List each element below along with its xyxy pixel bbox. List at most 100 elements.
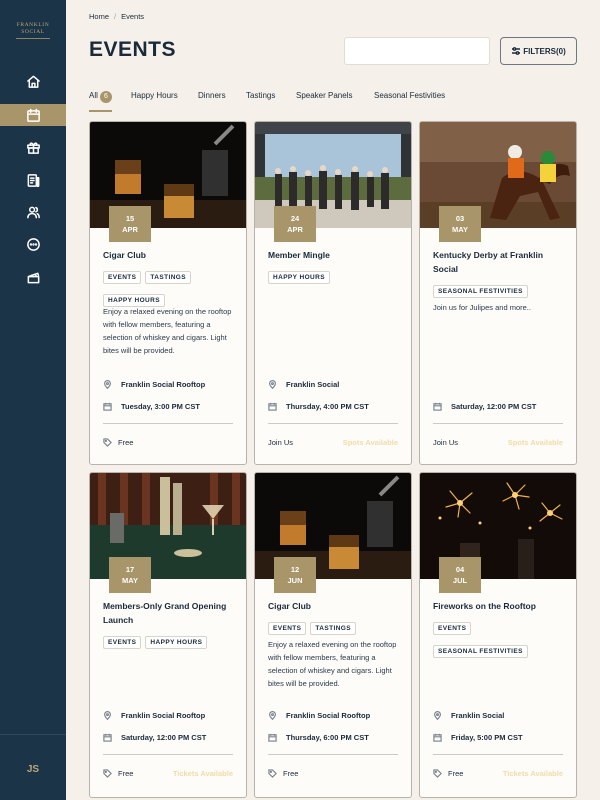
event-location: Franklin Social Rooftop	[268, 711, 403, 720]
calendar-icon	[103, 402, 112, 411]
event-tags: EVENTS SEASONAL FESTIVITIES	[433, 617, 573, 663]
chat-icon	[26, 237, 40, 251]
breadcrumb-current: Events	[121, 12, 145, 21]
event-time: Tuesday, 3:00 PM CST	[103, 402, 238, 411]
event-time: Thursday, 6:00 PM CST	[268, 733, 403, 742]
calendar-icon	[268, 402, 277, 411]
event-date-badge: 03 MAY	[439, 206, 481, 242]
join-us-link[interactable]: Join Us	[268, 438, 293, 447]
event-tags: EVENTS TASTINGS	[268, 617, 408, 640]
event-footer: Join Us Spots Available	[433, 438, 563, 447]
event-location: Franklin Social Rooftop	[103, 711, 238, 720]
event-card[interactable]: 04 JUL Fireworks on the Rooftop EVENTS SEA…	[419, 472, 577, 798]
sidebar-item-tickets[interactable]	[0, 266, 66, 288]
tab-all[interactable]: All 6	[89, 90, 112, 112]
event-description: Join us for Julipes and more..	[433, 303, 531, 312]
event-location: Franklin Social	[268, 380, 403, 389]
tag: EVENTS	[103, 636, 142, 649]
ticket-icon	[27, 272, 39, 283]
members-icon	[26, 206, 40, 218]
event-card[interactable]: 12 JUN Cigar Club EVENTS TASTINGS Enjoy a …	[254, 472, 412, 798]
event-time: Saturday, 12:00 PM CST	[433, 402, 568, 411]
breadcrumb-home[interactable]: Home	[89, 12, 109, 21]
event-title: Fireworks on the Rooftop	[433, 601, 536, 611]
event-time: Friday, 5:00 PM CST	[433, 733, 568, 742]
breadcrumb-separator: /	[114, 12, 117, 21]
availability-label: Spots Available	[342, 438, 398, 447]
card-divider	[103, 423, 233, 424]
price-tag-icon	[103, 769, 112, 778]
event-date-badge: 04 JUL	[439, 557, 481, 593]
event-title: Cigar Club	[103, 250, 146, 260]
sidebar-item-menu[interactable]	[0, 169, 66, 191]
search-input[interactable]	[344, 37, 490, 65]
price-tag-icon	[103, 438, 112, 447]
event-location: Franklin Social Rooftop	[103, 380, 238, 389]
availability-label: Tickets Available	[502, 769, 563, 778]
join-us-link[interactable]: Join Us	[433, 438, 458, 447]
calendar-icon	[268, 733, 277, 742]
gift-icon	[26, 141, 40, 154]
event-title: Member Mingle	[268, 250, 330, 260]
event-date-badge: 17 MAY	[109, 557, 151, 593]
breadcrumb: Home / Events	[89, 12, 144, 21]
tab-count-badge: 6	[99, 91, 112, 103]
tab-seasonal-festivities[interactable]: Seasonal Festivities	[374, 90, 445, 112]
price-label: Free	[118, 438, 134, 447]
tab-tastings[interactable]: Tastings	[246, 90, 275, 112]
availability-label: Tickets Available	[172, 769, 233, 778]
calendar-icon	[433, 733, 442, 742]
tag: HAPPY HOURS	[145, 636, 208, 649]
filters-label: FILTERS(0)	[523, 46, 566, 56]
sidebar-item-home[interactable]	[0, 70, 66, 92]
sidebar-item-chat[interactable]	[0, 233, 66, 255]
card-divider	[103, 754, 233, 755]
tag: HAPPY HOURS	[268, 271, 330, 284]
event-title: Cigar Club	[268, 601, 311, 611]
event-card[interactable]: 15 APR Cigar Club EVENTS TASTINGSHAPPY HOU…	[89, 121, 247, 465]
tag: SEASONAL FESTIVITIES	[433, 645, 528, 658]
price-label: Free	[283, 769, 299, 778]
tab-label: All	[89, 91, 98, 100]
sidebar-item-events[interactable]	[0, 104, 66, 126]
price-tag-icon	[268, 769, 277, 778]
tag: TASTINGS	[310, 622, 357, 635]
card-divider	[268, 754, 398, 755]
event-description: Enjoy a relaxed evening on the rooftop w…	[103, 307, 232, 355]
event-card[interactable]: 03 MAY Kentucky Derby at Franklin Social …	[419, 121, 577, 465]
sidebar: FRANKLIN SOCIAL JS	[0, 0, 66, 800]
availability-label: Spots Available	[507, 438, 563, 447]
calendar-icon	[26, 108, 40, 122]
event-title: Members-Only Grand Opening Launch	[103, 601, 227, 625]
brand-line1: FRANKLIN	[16, 22, 50, 28]
event-time: Thursday, 4:00 PM CST	[268, 402, 403, 411]
tab-happy-hours[interactable]: Happy Hours	[131, 90, 178, 112]
tag: EVENTS	[103, 271, 142, 284]
user-avatar[interactable]: JS	[0, 764, 66, 775]
event-footer: Free	[103, 438, 233, 447]
card-divider	[433, 423, 563, 424]
location-pin-icon	[269, 711, 276, 720]
sliders-icon	[512, 47, 521, 55]
sidebar-item-members[interactable]	[0, 201, 66, 223]
tag: EVENTS	[433, 622, 472, 635]
sidebar-item-perks[interactable]	[0, 136, 66, 158]
filters-button[interactable]: FILTERS(0)	[500, 37, 577, 65]
event-date-badge: 24 APR	[274, 206, 316, 242]
event-location: Franklin Social	[433, 711, 568, 720]
tab-speaker-panels[interactable]: Speaker Panels	[296, 90, 352, 112]
price-tag-icon	[433, 769, 442, 778]
home-icon	[26, 75, 40, 88]
event-card[interactable]: 17 MAY Members-Only Grand Opening Launch …	[89, 472, 247, 798]
category-tabs: All 6 Happy Hours Dinners Tastings Speake…	[89, 90, 509, 114]
brand-logo[interactable]: FRANKLIN SOCIAL	[12, 22, 54, 42]
card-divider	[268, 423, 398, 424]
event-footer: Free Tickets Available	[433, 769, 563, 778]
calendar-icon	[433, 402, 442, 411]
event-footer: Free	[268, 769, 398, 778]
event-title: Kentucky Derby at Franklin Social	[433, 250, 544, 274]
event-footer: Join Us Spots Available	[268, 438, 398, 447]
tab-dinners[interactable]: Dinners	[198, 90, 226, 112]
event-card[interactable]: 24 APR Member Mingle HAPPY HOURS Franklin…	[254, 121, 412, 465]
price-label: Free	[118, 769, 134, 778]
